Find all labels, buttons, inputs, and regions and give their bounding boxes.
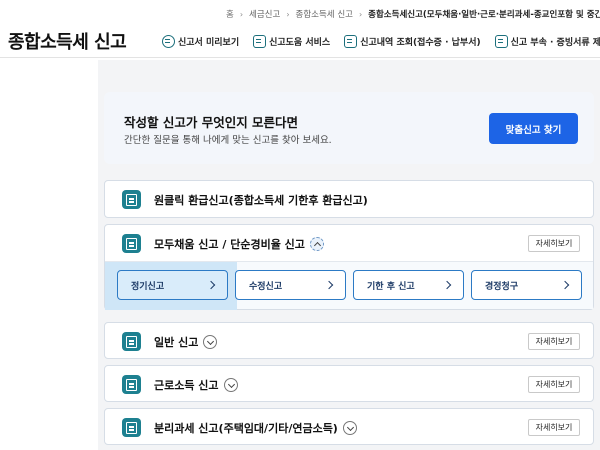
chevron-down-icon[interactable] — [203, 335, 218, 349]
document-icon — [122, 332, 141, 351]
sub-button-late[interactable]: 기한 후 신고 — [353, 270, 464, 300]
quick-links: 신고서 미리보기 신고도움 서비스 신고내역 조회(접수증 · 납부서) 신고 … — [162, 32, 600, 50]
accordion-header[interactable]: 원클릭 환급신고(종합소득세 기한후 환급신고) — [105, 181, 593, 217]
accordion-earned-income[interactable]: 근로소득 신고 자세히보기 — [104, 365, 594, 402]
accordion-label-text: 근로소득 신고 — [154, 379, 219, 392]
detail-button[interactable]: 자세히보기 — [528, 419, 580, 436]
sub-button-correction[interactable]: 경정청구 — [471, 270, 582, 300]
sub-button-amended[interactable]: 수정신고 — [235, 270, 346, 300]
quick-link-label: 신고서 미리보기 — [178, 37, 240, 48]
report-finder-card: 작성할 신고가 무엇인지 모른다면 간단한 질문을 통해 나에게 맞는 신고를 … — [104, 92, 594, 164]
document-icon — [122, 375, 141, 394]
accordion-header[interactable]: 일반 신고 자세히보기 — [105, 323, 593, 359]
accordion-label: 일반 신고 — [154, 334, 218, 350]
detail-button[interactable]: 자세히보기 — [528, 235, 580, 252]
quick-link-label: 신고 부속 · 증빙서류 제 — [510, 37, 600, 48]
sub-options: 정기신고 수정신고 기한 후 신고 경정청구 — [105, 261, 593, 310]
document-icon — [122, 234, 141, 253]
accordion-label: 분리과세 신고(주택임대/기타/연금소득) — [154, 420, 357, 436]
sub-button-regular[interactable]: 정기신고 — [117, 270, 228, 300]
detail-button[interactable]: 자세히보기 — [528, 376, 580, 393]
accordion-label-text: 분리과세 신고(주택임대/기타/연금소득) — [154, 422, 338, 435]
finder-description: 간단한 질문을 통해 나에게 맞는 신고를 찾아 보세요. — [124, 135, 332, 146]
sub-button-label: 기한 후 신고 — [367, 281, 415, 292]
accordion-prefilled-simple: 모두채움 신고 / 단순경비율 신고 자세히보기 정기신고 수정신고 기한 후 … — [104, 224, 594, 310]
detail-button[interactable]: 자세히보기 — [528, 333, 580, 350]
chevron-down-icon[interactable] — [223, 378, 238, 392]
breadcrumb: 홈 › 세금신고 › 종합소득세 신고 › 종합소득세신고(모두채움·일반·근로… — [226, 7, 600, 21]
document-icon — [122, 418, 141, 437]
accordion-header[interactable]: 분리과세 신고(주택임대/기타/연금소득) 자세히보기 — [105, 409, 593, 445]
accordion-header[interactable]: 모두채움 신고 / 단순경비율 신고 자세히보기 — [105, 225, 593, 261]
breadcrumb-income-tax[interactable]: 종합소득세 신고 — [296, 8, 353, 20]
chevron-right-icon — [560, 280, 570, 290]
accordion-label-text: 일반 신고 — [154, 336, 199, 349]
header-divider — [0, 57, 600, 58]
monitor-help-icon — [253, 34, 267, 48]
breadcrumb-current: 종합소득세신고(모두채움·일반·근로·분리과세-종교인포함 및 중간 — [368, 10, 600, 20]
accordion-general[interactable]: 일반 신고 자세히보기 — [104, 322, 594, 359]
chevron-right-icon: › — [286, 9, 290, 19]
sub-button-label: 경정청구 — [485, 281, 519, 292]
finder-title: 작성할 신고가 무엇인지 모른다면 — [124, 115, 299, 130]
chevron-right-icon: › — [358, 9, 363, 19]
page: 홈 › 세금신고 › 종합소득세 신고 › 종합소득세신고(모두채움·일반·근로… — [0, 0, 600, 450]
quick-link-label: 신고내역 조회(접수증 · 납부서) — [360, 37, 481, 48]
breadcrumb-tax-report[interactable]: 세금신고 — [249, 8, 280, 20]
accordion-oneclick-refund[interactable]: 원클릭 환급신고(종합소득세 기한후 환급신고) — [104, 180, 594, 218]
accordion-label: 모두채움 신고 / 단순경비율 신고 — [154, 236, 324, 252]
chevron-right-icon — [206, 280, 216, 290]
quick-link-help[interactable]: 신고도움 서비스 — [253, 34, 331, 48]
quick-link-history[interactable]: 신고내역 조회(접수증 · 납부서) — [344, 34, 481, 48]
breadcrumb-home[interactable]: 홈 — [226, 8, 234, 20]
quick-link-label: 신고도움 서비스 — [269, 37, 331, 48]
chevron-down-icon[interactable] — [342, 421, 357, 435]
document-icon — [122, 190, 141, 209]
quick-link-attachments[interactable]: 신고 부속 · 증빙서류 제 — [494, 34, 600, 48]
accordion-label: 원클릭 환급신고(종합소득세 기한후 환급신고) — [154, 194, 368, 207]
accordion-label: 근로소득 신고 — [154, 377, 238, 393]
quick-link-preview[interactable]: 신고서 미리보기 — [162, 34, 240, 48]
accordion-label-text: 모두채움 신고 / 단순경비율 신고 — [154, 238, 305, 251]
page-title: 종합소득세 신고 — [8, 32, 127, 53]
chevron-right-icon — [324, 280, 334, 290]
accordion-separate-taxation[interactable]: 분리과세 신고(주택임대/기타/연금소득) 자세히보기 — [104, 408, 594, 445]
document-search-icon — [162, 34, 175, 48]
chevron-up-icon[interactable] — [309, 237, 324, 251]
list-doc-icon — [344, 34, 358, 48]
custom-report-finder-button[interactable]: 맞춤신고 찾기 — [489, 113, 578, 144]
upload-doc-icon — [494, 34, 508, 48]
sub-button-label: 정기신고 — [131, 281, 165, 292]
sub-button-label: 수정신고 — [249, 281, 283, 292]
accordion-header[interactable]: 근로소득 신고 자세히보기 — [105, 366, 593, 402]
chevron-right-icon: › — [239, 9, 244, 19]
chevron-right-icon — [442, 280, 452, 290]
